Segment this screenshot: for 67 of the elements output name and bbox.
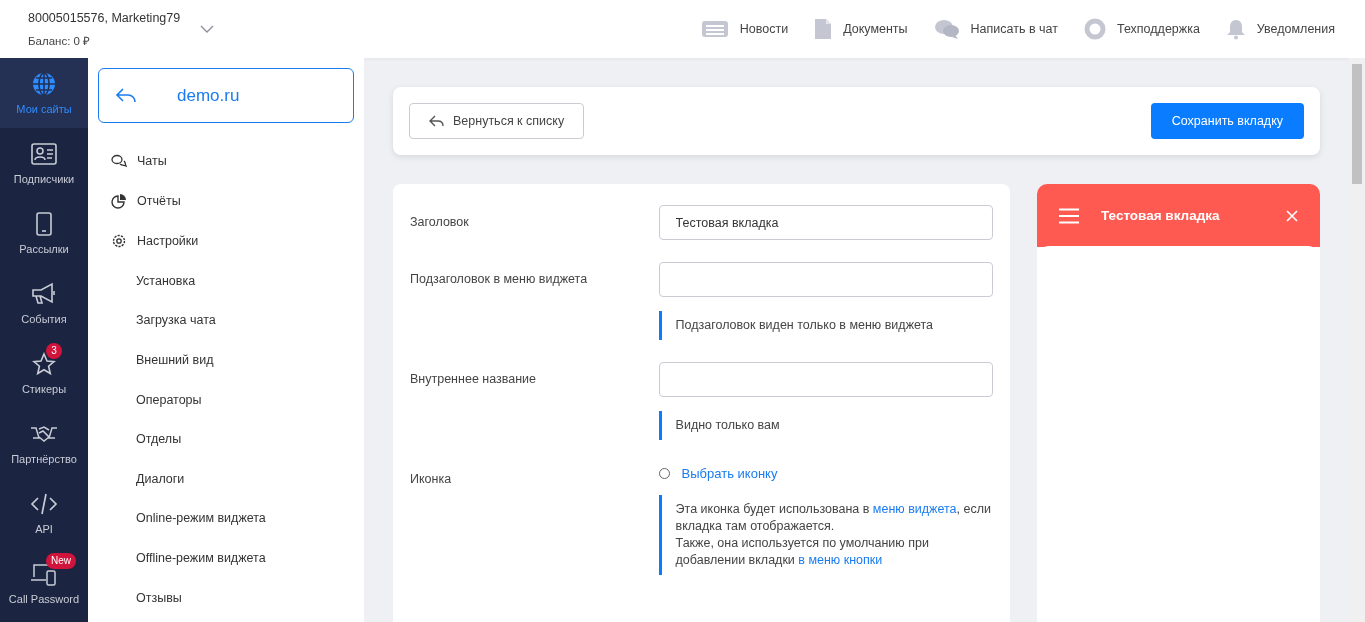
pie-chart-icon bbox=[111, 193, 127, 209]
text-input[interactable]: Тестовая вкладка bbox=[658, 205, 993, 240]
back-to-list-button[interactable]: Вернуться к списку bbox=[409, 103, 585, 139]
chat-link[interactable]: Написать в чат bbox=[933, 19, 1058, 39]
menu-item[interactable]: Чаты bbox=[98, 141, 354, 181]
field-label: Заголовок bbox=[410, 214, 470, 231]
menu-item[interactable]: Установка bbox=[98, 261, 354, 301]
menu-item[interactable]: Отделы bbox=[98, 419, 354, 459]
nav-item[interactable]: Рассылки bbox=[0, 198, 88, 268]
chat-bubbles-icon bbox=[111, 154, 127, 168]
phone-icon bbox=[36, 212, 52, 236]
support-link[interactable]: Техподдержка bbox=[1084, 18, 1200, 40]
preview-title: Тестовая вкладка bbox=[1101, 208, 1221, 223]
hint-text: Также, она используется по умолчанию при добавлении вкладки в меню кнопки bbox=[675, 535, 930, 569]
nav-item[interactable]: Партнёрство bbox=[0, 408, 88, 478]
back-arrow-icon bbox=[115, 86, 137, 105]
balance-text: Баланс: 0 ₽ bbox=[28, 33, 92, 48]
bell-link[interactable]: Уведомления bbox=[1225, 18, 1335, 40]
menu-item[interactable]: Online-режим виджета bbox=[98, 498, 354, 539]
nav-item[interactable]: События bbox=[0, 268, 88, 338]
menu-item[interactable]: Внешний вид bbox=[98, 340, 354, 380]
back-arrow-icon bbox=[429, 114, 445, 128]
hint-link[interactable]: меню виджета bbox=[872, 502, 957, 516]
chevron-down-icon[interactable] bbox=[200, 25, 215, 33]
nav-badge: New bbox=[46, 553, 76, 569]
menu-item[interactable]: Операторы bbox=[98, 379, 354, 420]
news-link[interactable]: Новости bbox=[700, 20, 789, 38]
field-label: Подзаголовок в меню виджета bbox=[410, 271, 589, 288]
star-icon bbox=[32, 352, 56, 376]
megaphone-icon bbox=[31, 282, 57, 306]
nav-item[interactable]: API bbox=[0, 478, 88, 548]
text-input[interactable] bbox=[658, 262, 993, 297]
menu-item[interactable]: Offline-режим виджета bbox=[98, 538, 354, 578]
bell-icon bbox=[1225, 18, 1246, 40]
code-icon bbox=[30, 493, 58, 515]
devices-icon bbox=[30, 562, 58, 586]
nav-item[interactable]: 3 Стикеры bbox=[0, 338, 88, 408]
field-label: Иконка bbox=[410, 471, 453, 488]
newspaper-icon bbox=[700, 20, 729, 38]
menu-icon[interactable] bbox=[1059, 207, 1079, 224]
nav-item[interactable]: New Call Password bbox=[0, 548, 88, 618]
menu-item[interactable]: Отзывы bbox=[98, 577, 354, 618]
menu-item[interactable]: Диалоги bbox=[98, 458, 354, 499]
chat-bubbles-icon bbox=[933, 19, 960, 39]
menu-item[interactable]: Загрузка чата bbox=[98, 300, 354, 341]
text-input[interactable] bbox=[658, 362, 993, 397]
globe-icon bbox=[32, 72, 56, 96]
nav-badge: 3 bbox=[46, 343, 62, 359]
gear-icon bbox=[111, 233, 127, 249]
choose-icon-link[interactable]: Выбрать иконку bbox=[681, 466, 778, 481]
site-back-button[interactable]: demo.ru bbox=[98, 68, 354, 123]
docs-link[interactable]: Документы bbox=[814, 18, 908, 40]
close-icon[interactable] bbox=[1286, 209, 1298, 222]
field-label: Внутреннее название bbox=[410, 371, 538, 388]
nav-item[interactable]: Подписчики bbox=[0, 128, 88, 198]
hint-text: Эта иконка будет использована в меню виджета, если вкладка там отображается. bbox=[675, 501, 992, 535]
scroll-bar[interactable] bbox=[1349, 58, 1365, 622]
save-tab-button[interactable]: Сохранить вкладку bbox=[1150, 103, 1304, 139]
hint-text: Видно только вам bbox=[675, 417, 781, 434]
hint-link[interactable]: в меню кнопки bbox=[798, 553, 883, 567]
menu-item[interactable]: Отчёты bbox=[98, 181, 354, 221]
hint-text: Подзаголовок виден только в меню виджета bbox=[675, 317, 935, 334]
nav-item[interactable]: Мои сайты bbox=[0, 58, 88, 128]
document-icon bbox=[814, 18, 833, 40]
account-name: 80005015576, Marketing79 bbox=[28, 10, 181, 25]
contact-card-icon bbox=[31, 143, 57, 165]
menu-item[interactable]: Настройки bbox=[98, 221, 354, 261]
